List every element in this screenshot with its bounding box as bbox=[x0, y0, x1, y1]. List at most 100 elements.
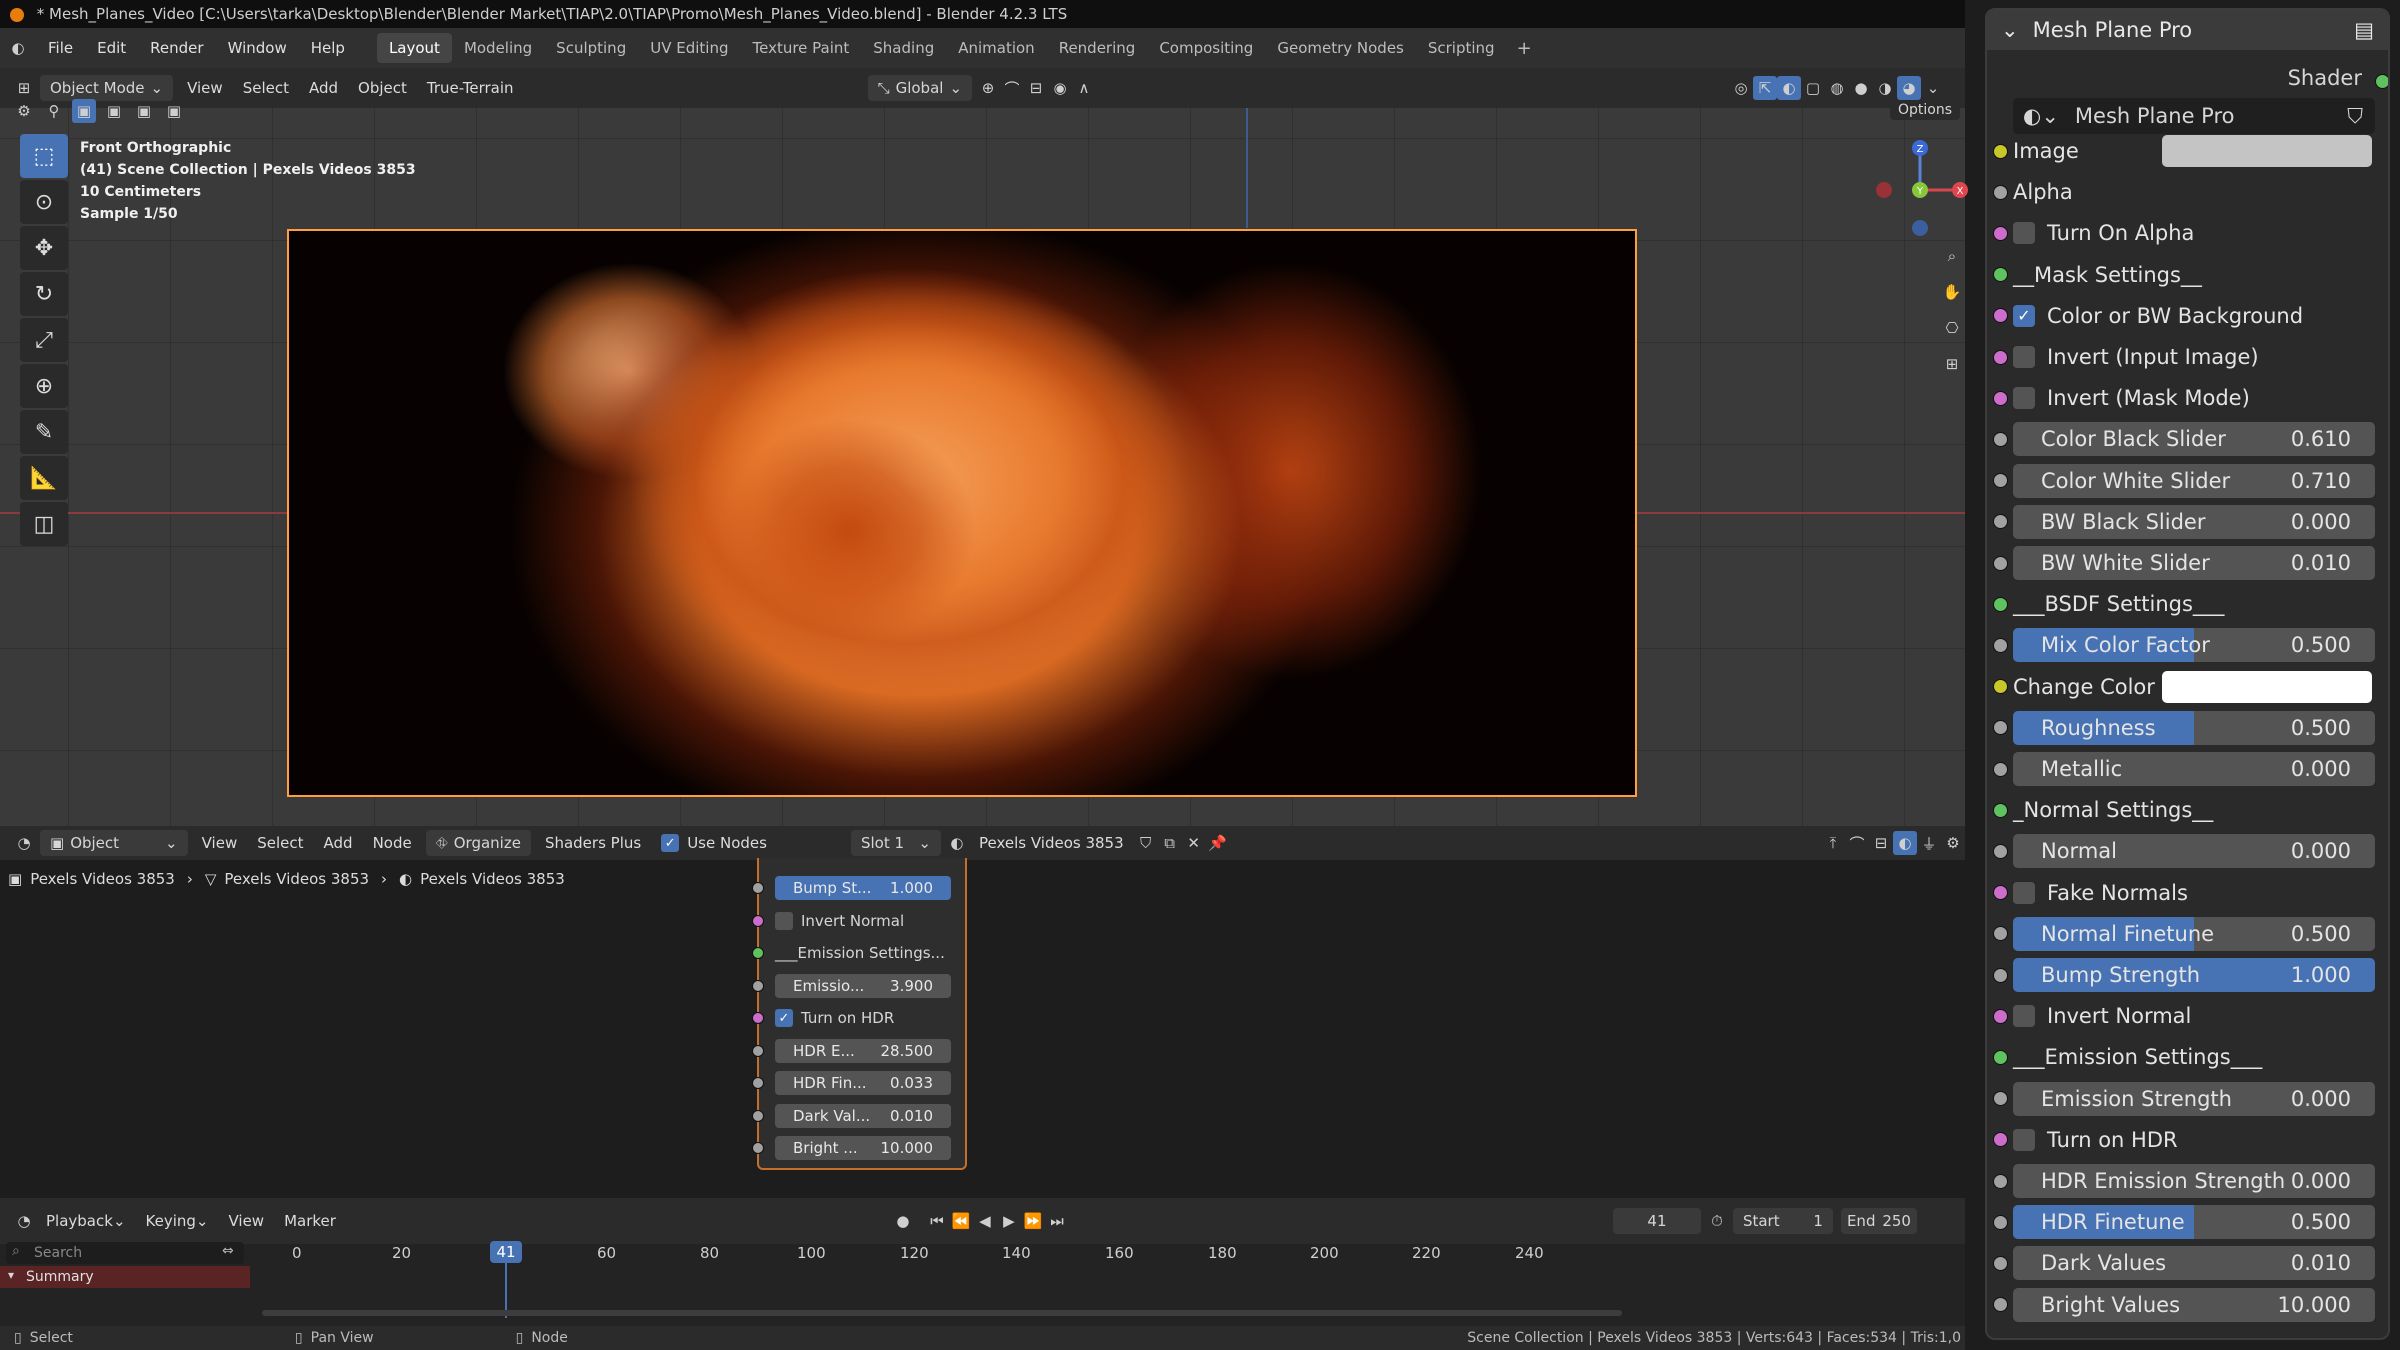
timeline-menu-marker[interactable]: Marker bbox=[274, 1208, 346, 1234]
node-input-socket[interactable] bbox=[752, 1109, 764, 1122]
rotate-tool-icon[interactable]: ↻ bbox=[20, 272, 68, 316]
slider-mix-color-factor[interactable]: Mix Color Factor 0.500 bbox=[2013, 628, 2375, 663]
input-socket[interactable] bbox=[1993, 596, 2008, 612]
slider-bw-black-slider[interactable]: BW Black Slider 0.000 bbox=[2013, 504, 2375, 539]
select-extend-icon[interactable]: ▣ bbox=[102, 99, 126, 123]
material-shading-icon[interactable]: ◑ bbox=[1873, 76, 1897, 100]
annotate-tool-icon[interactable]: ✎ bbox=[20, 410, 68, 454]
prev-keyframe-icon[interactable]: ⏪ bbox=[949, 1209, 973, 1233]
menu-render[interactable]: Render bbox=[138, 39, 215, 57]
checkbox-turn-on-alpha[interactable]: Turn On Alpha bbox=[2013, 221, 2194, 245]
filter-icon[interactable]: ⏚ bbox=[1917, 831, 1941, 855]
input-socket[interactable] bbox=[1993, 679, 2008, 695]
node-field-bump-st[interactable]: Bump St... 1.000 bbox=[775, 876, 951, 901]
input-socket[interactable] bbox=[1993, 143, 2008, 159]
color-swatch-image[interactable] bbox=[2162, 135, 2372, 167]
checkbox-icon[interactable]: ✓ bbox=[775, 1009, 793, 1028]
checkbox-icon[interactable] bbox=[2013, 346, 2035, 368]
solid-shading-icon[interactable]: ● bbox=[1849, 76, 1873, 100]
blender-menu-icon[interactable]: ◐ bbox=[6, 36, 30, 60]
node-input-socket[interactable] bbox=[752, 979, 764, 992]
tab-layout[interactable]: Layout bbox=[376, 33, 452, 63]
input-socket[interactable] bbox=[1993, 1255, 2008, 1271]
duplicate-material-icon[interactable]: ⧉ bbox=[1158, 831, 1182, 855]
input-socket[interactable] bbox=[1993, 308, 2008, 324]
tab-texture-paint[interactable]: Texture Paint bbox=[740, 33, 861, 63]
viewport-menu-true-terrain[interactable]: True-Terrain bbox=[417, 75, 524, 101]
input-socket[interactable] bbox=[1993, 761, 2008, 777]
video-mesh-plane[interactable] bbox=[287, 229, 1637, 797]
snap-icon[interactable]: ⌒ bbox=[1000, 76, 1024, 100]
add-workspace-icon[interactable]: + bbox=[1507, 38, 1542, 59]
breadcrumb-mesh[interactable]: Pexels Videos 3853 bbox=[224, 870, 369, 888]
transform-tool-icon[interactable]: ⊕ bbox=[20, 364, 68, 408]
play-icon[interactable]: ▶ bbox=[997, 1209, 1021, 1233]
measure-tool-icon[interactable]: 📐 bbox=[20, 456, 68, 500]
slider-hdr-finetune[interactable]: HDR Finetune 0.500 bbox=[2013, 1205, 2375, 1240]
checkbox-icon[interactable] bbox=[2013, 222, 2035, 245]
wireframe-shading-icon[interactable]: ◍ bbox=[1825, 76, 1849, 100]
select-subtract-icon[interactable]: ▣ bbox=[132, 99, 156, 123]
input-socket[interactable] bbox=[1993, 225, 2008, 241]
node-editor-canvas[interactable] bbox=[0, 860, 1965, 1198]
slider-bright-values[interactable]: Bright Values 10.000 bbox=[2013, 1287, 2375, 1322]
select-tool-icon[interactable]: ⬚ bbox=[20, 134, 68, 178]
node-input-socket[interactable] bbox=[752, 1077, 764, 1090]
scale-tool-icon[interactable]: ⤢ bbox=[20, 318, 68, 362]
input-socket[interactable] bbox=[1993, 843, 2008, 859]
pin-icon[interactable]: 📌 bbox=[1206, 831, 1230, 855]
visibility-icon[interactable]: ◎ bbox=[1729, 76, 1753, 100]
settings-gear-icon[interactable]: ⚙ bbox=[1941, 831, 1965, 855]
checkbox-turn-on-hdr[interactable]: Turn on HDR bbox=[2013, 1128, 2178, 1152]
input-socket[interactable] bbox=[1993, 885, 2008, 901]
checkbox-icon[interactable] bbox=[2013, 1128, 2035, 1151]
record-icon[interactable]: ● bbox=[891, 1209, 915, 1233]
cursor-tool-icon[interactable]: ⊙ bbox=[20, 180, 68, 224]
slider-emission-strength[interactable]: Emission Strength 0.000 bbox=[2013, 1081, 2375, 1116]
slider-color-black-slider[interactable]: Color Black Slider 0.610 bbox=[2013, 422, 2375, 457]
overlay-toggle-icon[interactable]: ◐ bbox=[1777, 76, 1801, 100]
clock-icon[interactable]: ⏱ bbox=[1705, 1209, 1729, 1233]
input-socket[interactable] bbox=[1993, 431, 2008, 447]
pivot-icon[interactable]: ⊕ bbox=[976, 76, 1000, 100]
input-socket[interactable] bbox=[1993, 514, 2008, 530]
node-menu-view[interactable]: View bbox=[192, 830, 248, 856]
input-socket[interactable] bbox=[1993, 267, 2008, 283]
transform-orientation-dropdown[interactable]: ⤡ Global ⌄ bbox=[867, 75, 973, 101]
node-field-bright[interactable]: Bright ... 10.000 bbox=[775, 1136, 951, 1161]
fake-user-shield-icon[interactable]: ⛉ bbox=[1134, 831, 1158, 855]
timeline-menu-keying[interactable]: Keying ⌄ bbox=[136, 1208, 219, 1234]
input-socket[interactable] bbox=[1993, 1091, 2008, 1107]
slider-hdr-emission-strength[interactable]: HDR Emission Strength 0.000 bbox=[2013, 1164, 2375, 1198]
input-socket[interactable] bbox=[1993, 1173, 2008, 1189]
checkbox-invert-input-image[interactable]: Invert (Input Image) bbox=[2013, 345, 2259, 369]
slider-roughness[interactable]: Roughness 0.500 bbox=[2013, 710, 2375, 745]
menu-help[interactable]: Help bbox=[299, 39, 357, 57]
input-socket[interactable] bbox=[1993, 473, 2008, 489]
input-socket[interactable] bbox=[1993, 802, 2008, 818]
input-socket[interactable] bbox=[1993, 1049, 2008, 1065]
start-frame-field[interactable]: Start 1 bbox=[1732, 1208, 1833, 1234]
slider-metallic[interactable]: Metallic 0.000 bbox=[2013, 752, 2375, 786]
input-socket[interactable] bbox=[1993, 967, 2008, 983]
proportional-edit-icon[interactable]: ◉ bbox=[1048, 76, 1072, 100]
tab-sculpting[interactable]: Sculpting bbox=[544, 33, 638, 63]
snap-mode-icon[interactable]: ⊟ bbox=[1024, 76, 1048, 100]
material-name-field[interactable]: Pexels Videos 3853 bbox=[969, 830, 1134, 856]
material-browse-icon[interactable]: ◐ bbox=[945, 831, 969, 855]
use-nodes-toggle[interactable]: ✓ Use Nodes bbox=[651, 830, 777, 856]
node-input-socket[interactable] bbox=[752, 1142, 764, 1155]
shading-options-icon[interactable]: ⌄ bbox=[1921, 76, 1945, 100]
slider-normal[interactable]: Normal 0.000 bbox=[2013, 834, 2375, 869]
viewport-menu-select[interactable]: Select bbox=[233, 75, 299, 101]
node-field-hdr-e[interactable]: HDR E... 28.500 bbox=[775, 1038, 951, 1063]
slider-dark-values[interactable]: Dark Values 0.010 bbox=[2013, 1246, 2375, 1281]
node-object-dropdown[interactable]: ▣ Object ⌄ bbox=[40, 830, 188, 856]
node-input-socket[interactable] bbox=[752, 1012, 764, 1025]
editor-type-icon[interactable]: ◔ bbox=[12, 831, 36, 855]
node-input-socket[interactable] bbox=[752, 882, 764, 895]
color-swatch-change-color[interactable] bbox=[2162, 670, 2372, 703]
breadcrumb-material[interactable]: Pexels Videos 3853 bbox=[420, 870, 565, 888]
input-socket[interactable] bbox=[1993, 637, 2008, 653]
viewport-menu-object[interactable]: Object bbox=[348, 75, 417, 101]
